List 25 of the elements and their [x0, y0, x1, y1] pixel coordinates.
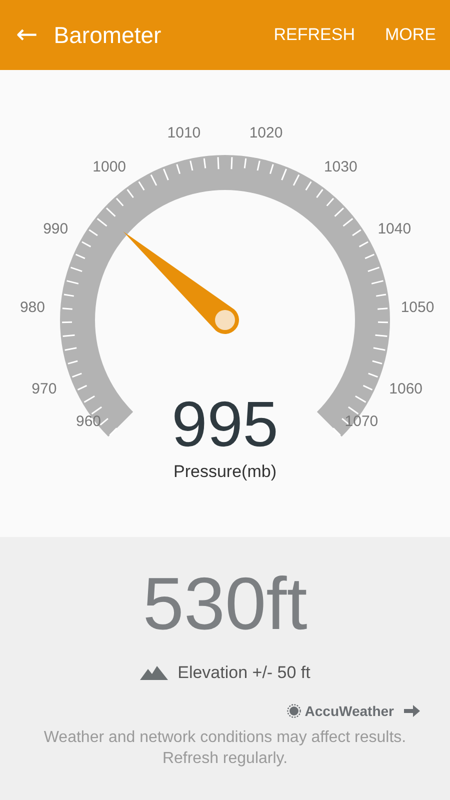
provider-link[interactable]: AccuWeather	[304, 703, 394, 719]
scale-label: 1050	[400, 299, 434, 316]
elevation-value: 530ft	[142, 567, 308, 641]
screen-title: Barometer	[54, 22, 162, 48]
scale-label: 1040	[378, 220, 412, 238]
scale-label: 980	[20, 299, 45, 316]
arrow-right-icon	[404, 705, 420, 717]
back-button[interactable]: ←	[16, 20, 38, 50]
action-button[interactable]: MORE	[371, 25, 436, 45]
action-button[interactable]: REFRESH	[260, 25, 355, 45]
disclaimer-text: Weather and network conditions may affect results. Refresh regularly.	[42, 728, 408, 769]
pressure-reading: 995	[172, 392, 278, 456]
scale-label: 1070	[344, 413, 378, 430]
scale-label: 1060	[389, 380, 423, 398]
pressure-unit: Pressure(mb)	[174, 462, 276, 482]
mountain-icon	[140, 666, 168, 680]
scale-label: 1030	[324, 158, 358, 176]
scale-label: 1010	[167, 124, 201, 142]
scale-label: 960	[76, 413, 102, 430]
scale-label: 1000	[92, 158, 126, 176]
elevation-accuracy: Elevation +/- 50 ft	[178, 663, 310, 683]
sun-icon	[286, 704, 301, 718]
scale-label: 970	[32, 380, 57, 398]
scale-label: 990	[43, 220, 68, 238]
scale-label: 1020	[249, 124, 283, 142]
